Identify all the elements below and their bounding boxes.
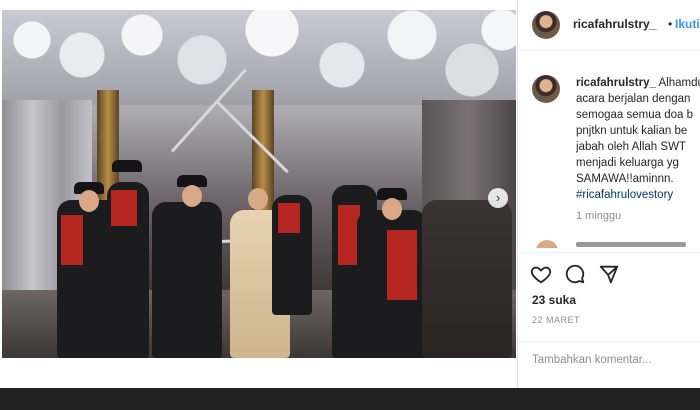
officer-figure [357,210,427,358]
caption-line: pnjtkn untuk kalian be [576,125,688,137]
caption-line: acara berjalan dengan [576,93,691,105]
bottom-border [0,388,700,410]
separator-dot: • [668,17,673,31]
groom-figure [152,202,222,358]
heart-icon[interactable] [530,263,552,285]
caption-timestamp[interactable]: 1 minggu [576,210,621,222]
officer-figure [272,195,312,315]
post-side-panel: ricafahrulstry_ • Ikuti ricafahrulstry_ … [517,0,700,388]
comment-box [518,341,700,390]
header-username[interactable]: ricafahrulstry_ [573,17,656,31]
comment-icon[interactable] [564,263,586,285]
bride-head [248,188,268,210]
caption-line: SAMAWA!!aminnn. [576,173,674,185]
guests-group [422,200,512,358]
post-header: ricafahrulstry_ • Ikuti [518,0,700,51]
instagram-post-frame: › ricafahrulstry_ • Ikuti ricafahrulstry… [0,0,700,388]
officer-head [79,190,99,212]
caption-line: Alhamdulillah [658,77,700,89]
caption-line: menjadi keluarga yg [576,157,679,169]
caption-username[interactable]: ricafahrulstry_ [576,77,656,89]
groom-head [182,185,202,207]
comment-avatar-partial [536,240,558,248]
follow-button[interactable]: Ikuti [675,17,700,31]
post-date: 22 MARET [532,315,581,325]
post-caption: ricafahrulstry_ Alhamdulillah acara berj… [576,75,700,203]
officer-head [382,198,402,220]
avatar[interactable] [532,11,560,39]
comment-input[interactable] [532,354,692,366]
next-photo-button[interactable]: › [488,188,508,208]
post-actions: 23 suka 22 MARET [518,252,700,389]
share-icon[interactable] [598,263,620,285]
officer-cap [112,160,142,172]
comment-text-partial [576,242,686,247]
caption-avatar[interactable] [532,75,560,103]
officer-figure [107,182,149,358]
likes-count[interactable]: 23 suka [532,293,576,307]
post-photo[interactable]: › [2,10,516,358]
caption-line: jabah oleh Allah SWT [576,141,686,153]
caption-hashtag[interactable]: #ricafahrulovestory [576,187,700,203]
caption-line: semogaa semua doa b [576,109,693,121]
